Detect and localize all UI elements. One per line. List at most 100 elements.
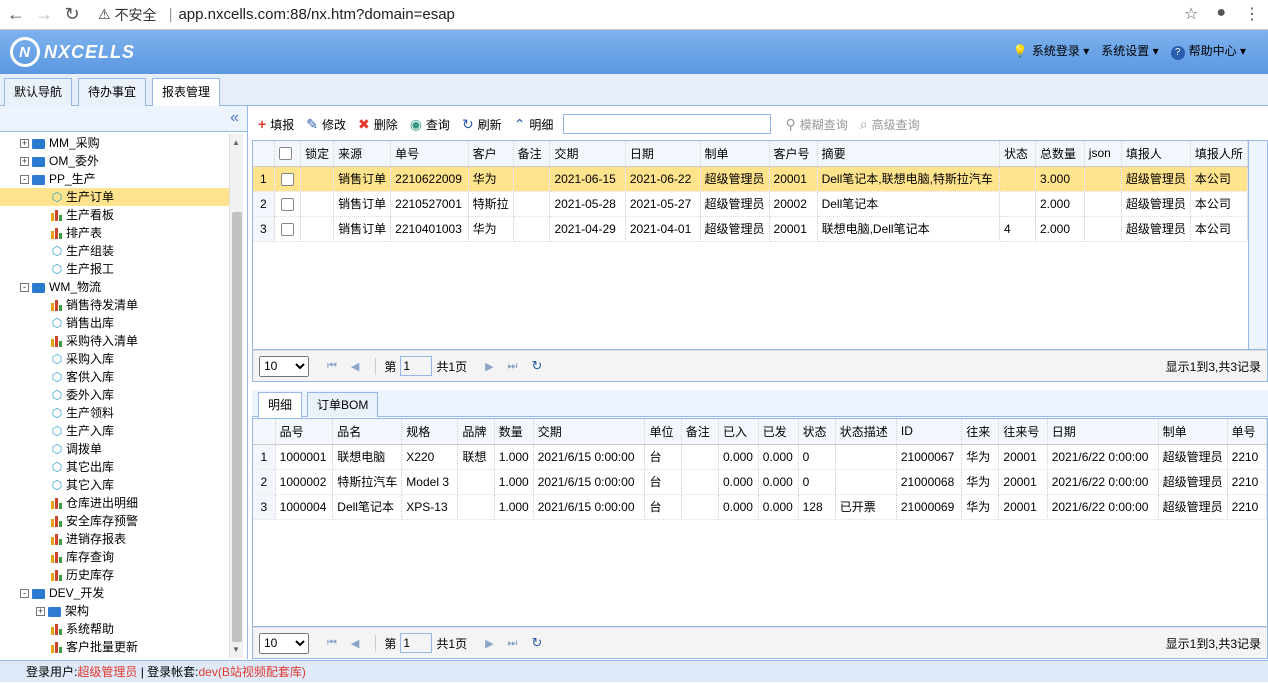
tree-item[interactable]: 采购待入清单 <box>0 332 229 350</box>
select-all-checkbox[interactable] <box>278 147 292 161</box>
page-size-select[interactable]: 10 <box>259 355 309 377</box>
column-header[interactable]: 日期 <box>625 141 701 167</box>
tree-item[interactable]: ⬡ 其它出库 <box>0 458 229 476</box>
table-row[interactable]: 3 销售订单 2210401003 华为 2021-04-29 2021-04-01 超级管… <box>253 216 1248 242</box>
url-text[interactable]: app.nxcells.com:88/nx.htm?domain=esap <box>178 6 454 23</box>
collapse-icon[interactable]: - <box>20 175 29 185</box>
right-panel-collapsed[interactable] <box>1249 140 1268 350</box>
menu-dots-icon[interactable]: ⋮ <box>1244 4 1260 24</box>
row-number-header[interactable] <box>253 141 275 167</box>
tree-item[interactable]: 历史库存 <box>0 566 229 584</box>
forward-icon[interactable]: → <box>32 4 56 25</box>
row-checkbox[interactable] <box>280 172 294 186</box>
column-header[interactable]: 填报人所 <box>1190 141 1248 167</box>
detail-column-header[interactable]: 备注 <box>681 419 719 445</box>
column-header[interactable]: 单号 <box>390 141 469 167</box>
tree-item[interactable]: - PP_生产 <box>0 170 229 188</box>
star-icon[interactable]: ☆ <box>1184 4 1198 24</box>
menu-help[interactable]: ? 帮助中心 ▾ <box>1170 42 1246 60</box>
tree-item[interactable]: 销售待发清单 <box>0 296 229 314</box>
profile-icon[interactable]: ● <box>1216 4 1226 24</box>
warning-icon[interactable]: ⚠ <box>98 6 111 23</box>
tree-item[interactable]: ⬡ 调拨单 <box>0 440 229 458</box>
tab-todo[interactable]: 待办事宜 <box>78 78 147 106</box>
detail-prev-page-icon[interactable]: ◀ <box>351 637 359 650</box>
column-header[interactable]: 来源 <box>333 141 392 167</box>
last-page-icon[interactable]: ⏭ <box>508 360 518 373</box>
tree-item[interactable]: ⬡ 客供入库 <box>0 368 229 386</box>
detail-column-header[interactable]: 交期 <box>533 419 646 445</box>
detail-column-header[interactable]: 制单 <box>1158 419 1228 445</box>
tree-item[interactable]: 客户批量更新 <box>0 638 229 656</box>
row-select-cell[interactable] <box>274 191 302 217</box>
column-header[interactable]: 填报人 <box>1121 141 1191 167</box>
tree-item[interactable]: - WM_物流 <box>0 278 229 296</box>
row-select-cell[interactable] <box>274 216 302 242</box>
column-header[interactable]: 客户 <box>468 141 514 167</box>
tree-item[interactable]: ⬡ 生产领料 <box>0 404 229 422</box>
expand-icon[interactable]: + <box>36 607 45 617</box>
scroll-up-icon[interactable]: ▲ <box>232 138 240 147</box>
detail-column-header[interactable]: 数量 <box>494 419 534 445</box>
tree-item[interactable]: ⬡ 生产组装 <box>0 242 229 260</box>
detail-button[interactable]: ⌃ 明细 <box>514 116 554 133</box>
detail-column-header[interactable]: 已发 <box>758 419 799 445</box>
tree-item[interactable]: + 架构 <box>0 602 229 620</box>
tree-item[interactable]: ⬡ 采购入库 <box>0 350 229 368</box>
collapse-sidebar-icon[interactable]: « <box>0 106 247 132</box>
column-header[interactable]: 状态 <box>999 141 1036 167</box>
tree-item[interactable]: - DEV_开发 <box>0 584 229 602</box>
row-checkbox[interactable] <box>280 222 294 236</box>
collapse-icon[interactable]: - <box>20 283 29 293</box>
delete-button[interactable]: ✖ 删除 <box>358 116 398 133</box>
detail-column-header[interactable]: 往来号 <box>998 419 1048 445</box>
scroll-down-icon[interactable]: ▼ <box>232 645 240 654</box>
next-page-icon[interactable]: ▶ <box>485 360 493 373</box>
detail-last-page-icon[interactable]: ⏭ <box>508 637 518 650</box>
advanced-query-button[interactable]: ⌕ 高级查询 <box>860 116 920 133</box>
detail-column-header[interactable]: 已入 <box>718 419 759 445</box>
detail-table-row[interactable]: 1 1000001 联想电脑 X220 联想 1.000 2021/6/15 0:00:00… <box>253 444 1267 470</box>
column-header[interactable]: 交期 <box>549 141 626 167</box>
sidebar-scrollbar[interactable]: ▲ ▼ <box>229 134 243 658</box>
pager-refresh-icon[interactable]: ↻ <box>531 358 542 374</box>
detail-column-header[interactable]: 状态描述 <box>835 419 897 445</box>
row-checkbox[interactable] <box>280 197 294 211</box>
tab-report-mgmt[interactable]: 报表管理 <box>152 78 221 107</box>
tree-item[interactable]: ⬡ 生产订单 <box>0 188 229 206</box>
query-button[interactable]: ◉ 查询 <box>410 116 450 133</box>
insecure-label[interactable]: 不安全 <box>115 5 157 25</box>
detail-column-header[interactable]: 规格 <box>401 419 459 445</box>
refresh-button[interactable]: ↻ 刷新 <box>462 116 502 133</box>
detail-page-size-select[interactable]: 10 <box>259 632 309 654</box>
tree-item[interactable]: ⬡ 委外入库 <box>0 386 229 404</box>
address-bar[interactable]: | app.nxcells.com:88/nx.htm?domain=esap <box>163 6 455 23</box>
column-header[interactable]: json <box>1084 141 1122 167</box>
select-all-header[interactable] <box>274 141 302 167</box>
tree-item[interactable]: ⬡ 销售出库 <box>0 314 229 332</box>
detail-column-header[interactable]: 单位 <box>644 419 682 445</box>
detail-table-row[interactable]: 2 1000002 特斯拉汽车 Model 3 1.000 2021/6/15 0:00:… <box>253 469 1267 495</box>
detail-column-header[interactable]: 状态 <box>798 419 836 445</box>
expand-icon[interactable]: + <box>20 139 29 149</box>
detail-column-header[interactable]: 品名 <box>332 419 403 445</box>
detail-first-page-icon[interactable]: ⏮ <box>327 637 337 650</box>
detail-column-header[interactable]: 单号 <box>1227 419 1267 445</box>
tree-item[interactable]: ⬡ 生产入库 <box>0 422 229 440</box>
add-button[interactable]: + 填报 <box>258 116 294 133</box>
edit-button[interactable]: ✎ 修改 <box>306 116 346 133</box>
menu-settings[interactable]: 系统设置 ▾ <box>1101 42 1158 60</box>
menu-login[interactable]: 💡 系统登录 ▾ <box>1013 42 1089 60</box>
prev-page-icon[interactable]: ◀ <box>351 360 359 373</box>
column-header[interactable]: 备注 <box>513 141 551 167</box>
tab-order-bom[interactable]: 订单BOM <box>307 392 379 417</box>
fuzzy-query-button[interactable]: ⚲ 模糊查询 <box>785 116 847 133</box>
scroll-thumb[interactable] <box>232 212 242 642</box>
tab-default-nav[interactable]: 默认导航 <box>4 78 73 106</box>
detail-page-number-input[interactable]: 1 <box>400 633 433 653</box>
column-header[interactable]: 制单 <box>700 141 770 167</box>
back-icon[interactable]: ← <box>4 4 28 25</box>
detail-next-page-icon[interactable]: ▶ <box>485 637 493 650</box>
column-header[interactable]: 客户号 <box>769 141 818 167</box>
table-row[interactable]: 2 销售订单 2210527001 特斯拉 2021-05-28 2021-05-27 超级… <box>253 191 1248 217</box>
